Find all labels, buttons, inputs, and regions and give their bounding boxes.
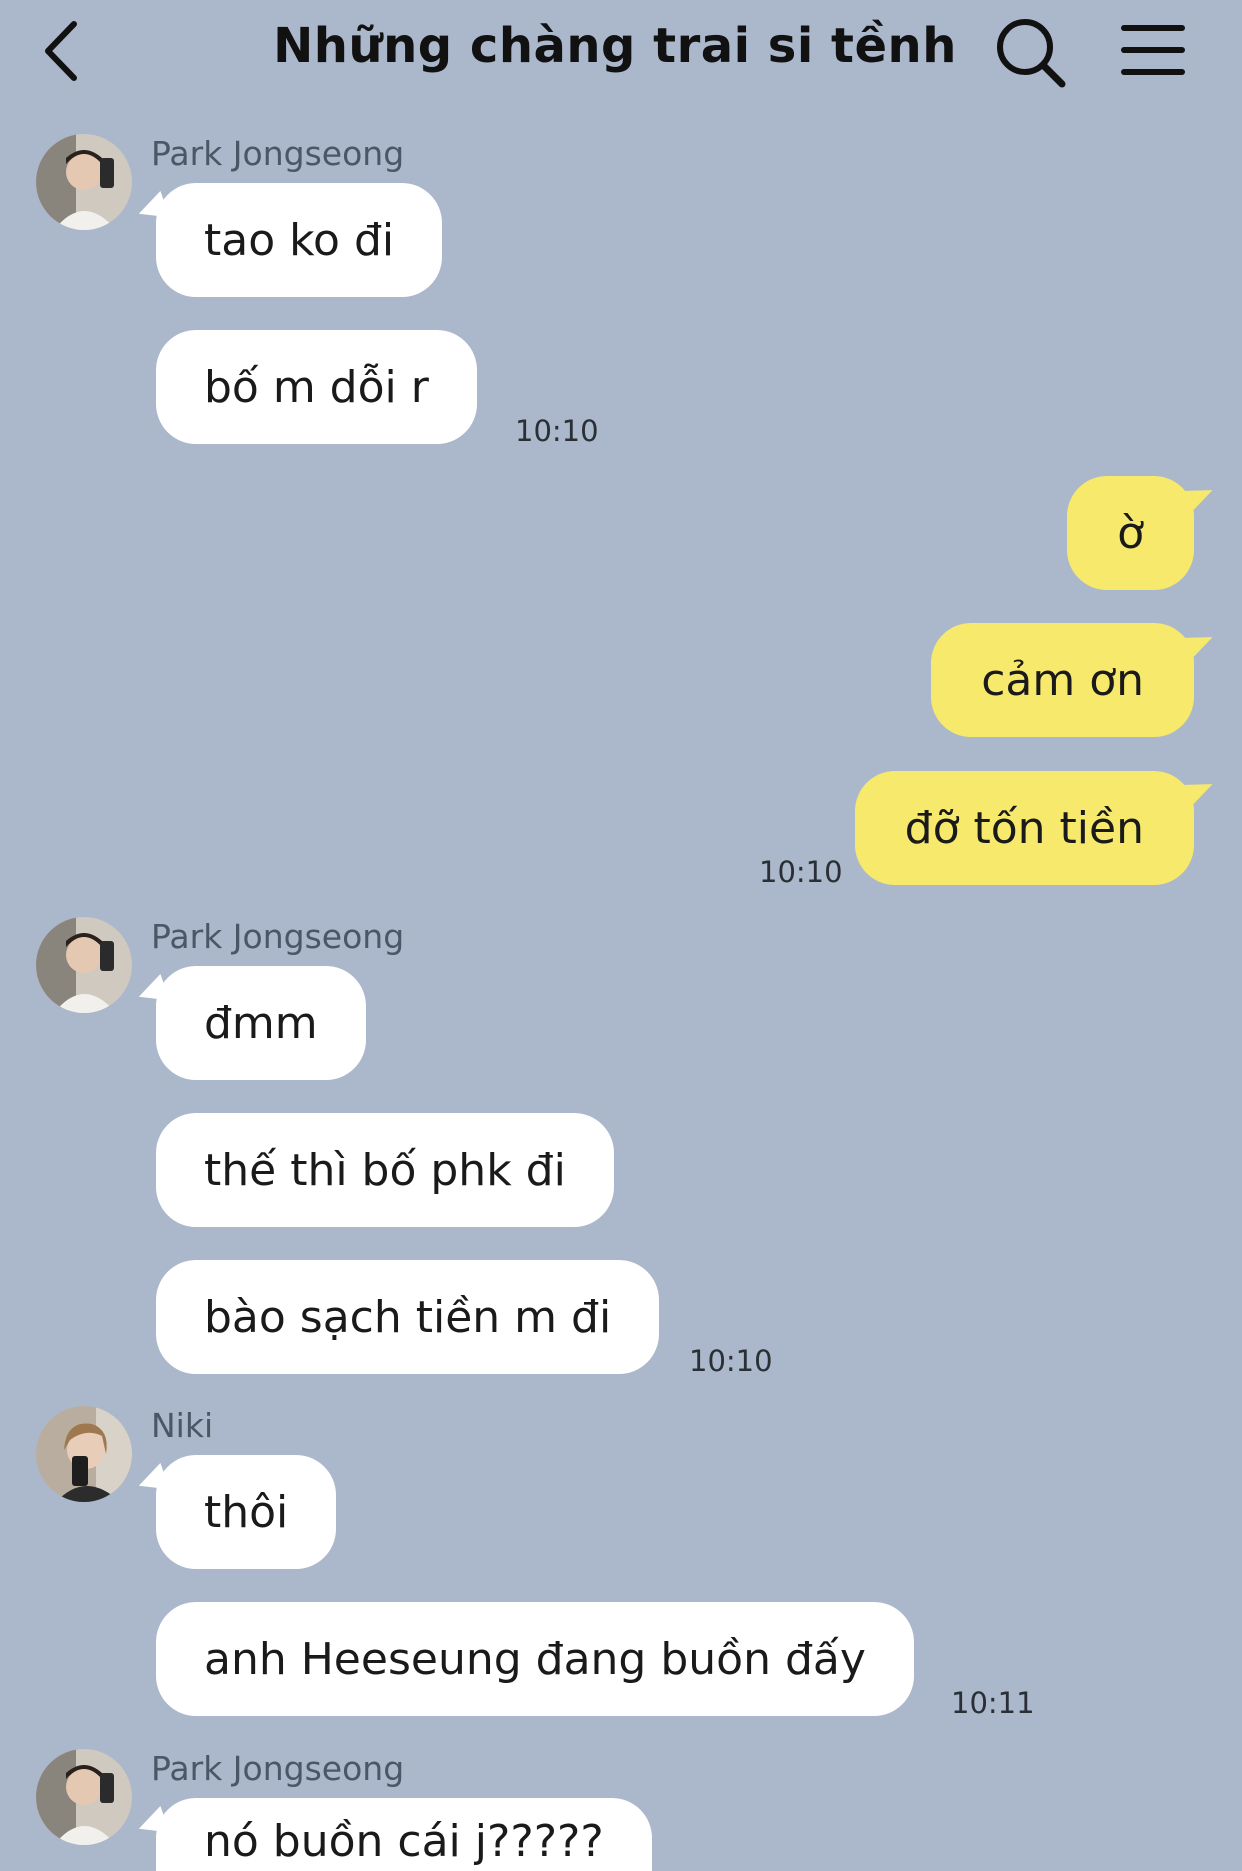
message-bubble-outgoing[interactable]: cảm ơn xyxy=(931,623,1194,737)
message-bubble[interactable]: đmm xyxy=(156,966,366,1080)
message-bubble[interactable]: thế thì bố phk đi xyxy=(156,1113,614,1227)
avatar-park-jongseong[interactable] xyxy=(36,134,132,230)
message-bubble-outgoing[interactable]: đỡ tốn tiền xyxy=(854,771,1194,885)
message-bubble-outgoing[interactable]: ờ xyxy=(1067,476,1194,590)
menu-button[interactable] xyxy=(1120,20,1186,80)
message-bubble[interactable]: thôi xyxy=(156,1455,337,1569)
sender-name: Park Jongseong xyxy=(151,134,405,173)
sender-name: Niki xyxy=(151,1406,214,1445)
message-bubble[interactable]: anh Heeseung đang buồn đấy xyxy=(156,1602,914,1716)
avatar-park-jongseong[interactable] xyxy=(36,917,132,1013)
message-time: 10:10 xyxy=(689,1344,773,1378)
message-bubble[interactable]: tao ko đi xyxy=(156,183,443,297)
message-time: 10:10 xyxy=(515,414,599,448)
avatar-photo xyxy=(36,1406,132,1502)
search-icon xyxy=(997,19,1066,88)
avatar-photo xyxy=(36,1749,132,1845)
message-bubble[interactable]: bố m dỗi r xyxy=(156,330,477,444)
chat-header: Những chàng trai si tềnh xyxy=(0,0,1242,100)
message-time: 10:11 xyxy=(951,1686,1035,1720)
message-time: 10:10 xyxy=(759,855,843,889)
avatar-photo xyxy=(36,917,132,1013)
sender-name: Park Jongseong xyxy=(151,1749,405,1788)
sender-name: Park Jongseong xyxy=(151,917,405,956)
search-button[interactable] xyxy=(992,14,1068,90)
avatar-photo xyxy=(36,134,132,230)
hamburger-menu-icon xyxy=(1121,25,1185,75)
message-bubble[interactable]: nó buồn cái j????? xyxy=(156,1798,652,1871)
avatar-niki[interactable] xyxy=(36,1406,132,1502)
avatar-park-jongseong[interactable] xyxy=(36,1749,132,1845)
message-bubble[interactable]: bào sạch tiền m đi xyxy=(156,1260,660,1374)
